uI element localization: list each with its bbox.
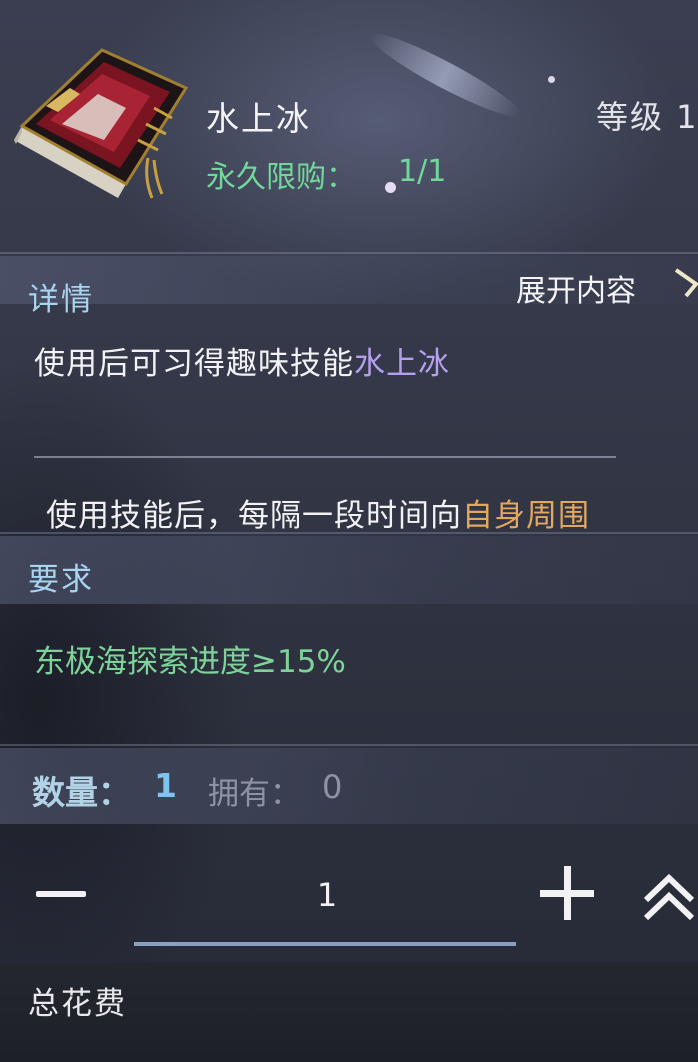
- requirements-divider: [0, 744, 698, 746]
- quantity-stepper-value[interactable]: 1: [312, 876, 342, 914]
- quantity-slider-track[interactable]: [134, 942, 516, 946]
- sparkle-dot: [548, 76, 555, 83]
- details-divider: [0, 532, 698, 534]
- sparkle-dot: [385, 182, 396, 193]
- purchase-limit-label: 永久限购：: [206, 160, 356, 195]
- description-line-1: 使用后可习得趣味技能水上冰: [34, 338, 450, 383]
- requirements-header-band: [0, 536, 698, 604]
- requirement-text: 东极海探索进度≥15%: [34, 644, 346, 680]
- quantity-value: 1: [154, 766, 177, 805]
- minus-icon[interactable]: [34, 874, 90, 914]
- double-chevron-up-icon[interactable]: [640, 870, 698, 922]
- quantity-label: 数量：: [32, 773, 131, 812]
- owned-value: 0: [322, 768, 343, 806]
- owned-label: 拥有：: [208, 776, 301, 812]
- expand-arrow-icon[interactable]: [672, 268, 698, 298]
- header-divider: [0, 252, 698, 254]
- total-cost-label: 总花费: [28, 986, 127, 1022]
- plus-bar-vertical: [564, 866, 571, 920]
- minus-bar: [36, 891, 86, 897]
- item-name: 水上冰: [206, 99, 311, 138]
- description-text: 使用技能后，每隔一段时间向: [46, 498, 462, 534]
- description-text: 使用后可习得趣味技能: [34, 346, 354, 382]
- requirements-title: 要求: [28, 562, 94, 598]
- item-level: 等级 1: [596, 98, 698, 136]
- expand-content-button[interactable]: 展开内容: [516, 266, 636, 310]
- plus-icon[interactable]: [540, 866, 596, 922]
- skill-name-highlight: 水上冰: [354, 346, 450, 382]
- purchase-limit-value: 1/1: [398, 154, 447, 189]
- area-highlight: 自身周围: [462, 498, 590, 534]
- details-title: 详情: [28, 282, 94, 318]
- description-line-2: 使用技能后，每隔一段时间向自身周围: [46, 490, 590, 535]
- skill-book-icon: [6, 48, 194, 208]
- description-divider: [34, 456, 616, 458]
